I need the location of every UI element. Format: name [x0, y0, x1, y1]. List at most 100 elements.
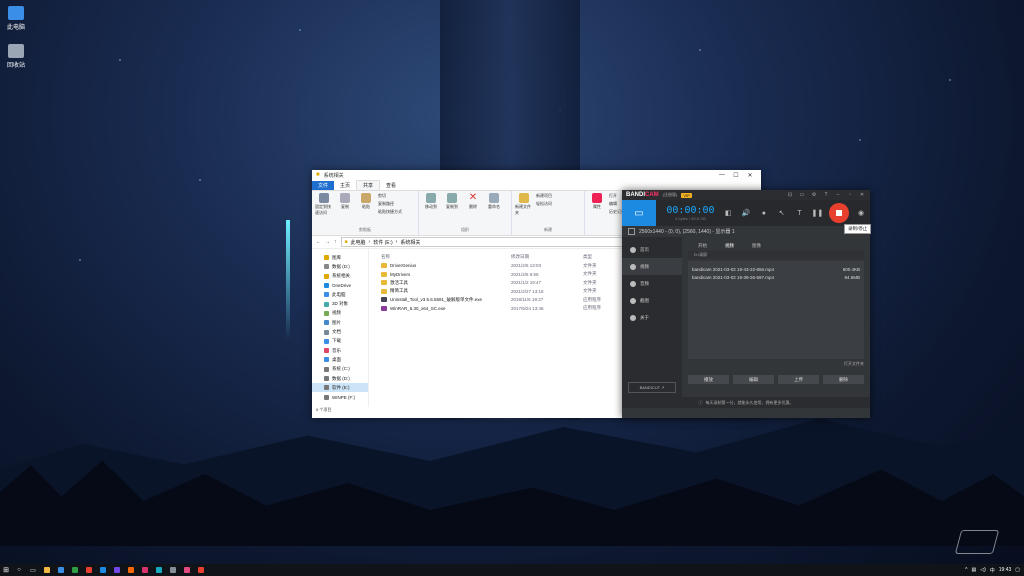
screen-mode-button[interactable]: ▭ [622, 200, 656, 226]
lock-icon[interactable]: ⊡ [786, 192, 794, 198]
properties-button[interactable]: 属性 [588, 193, 606, 215]
breadcrumb-folder[interactable]: 系统相关 [400, 239, 420, 246]
notification-icon[interactable]: ▢ [1015, 567, 1020, 573]
nav-item[interactable]: 数据 (D:) [312, 262, 368, 271]
cut-button[interactable]: 剪切 [378, 193, 402, 199]
sidebar-item[interactable]: 关于 [622, 309, 682, 326]
collapse-button[interactable]: ▫ [846, 192, 854, 198]
taskbar-app-icon[interactable] [68, 565, 82, 575]
taskbar-app-icon[interactable] [180, 565, 194, 575]
column-type[interactable]: 类型 [583, 254, 625, 260]
breadcrumb-this-pc[interactable]: 此电脑 [351, 239, 366, 246]
nav-item[interactable]: 系统相关 [312, 272, 368, 281]
nav-item[interactable]: 数据 (D:) [312, 374, 368, 383]
bandicut-button[interactable]: BANDICUT ↗ [628, 382, 676, 393]
upload-button[interactable]: 上传 [778, 375, 819, 384]
breadcrumb-drive[interactable]: 软件 (E:) [373, 239, 392, 246]
nav-item[interactable]: 图片 [312, 318, 368, 327]
nav-item[interactable]: 3D 对象 [312, 299, 368, 308]
taskbar-app-icon[interactable] [110, 565, 124, 575]
nav-item[interactable]: 桌面 [312, 355, 368, 364]
record-stop-button[interactable] [829, 203, 850, 223]
edit-button[interactable]: 编辑 [733, 375, 774, 384]
nav-item[interactable]: 此电脑 [312, 290, 368, 299]
nav-item[interactable]: 文档 [312, 327, 368, 336]
close-button[interactable]: ✕ [743, 172, 757, 179]
tab-file[interactable]: 文件 [312, 181, 335, 190]
pin-button[interactable]: 固定到快速访问 [315, 193, 333, 216]
nav-item[interactable]: WINPE (F:) [312, 392, 368, 401]
sidebar-item[interactable]: 音频 [622, 275, 682, 292]
taskbar-app-icon[interactable] [82, 565, 96, 575]
search-icon[interactable]: ○ [12, 565, 26, 575]
open-folder-button[interactable]: 打开文件夹 [688, 359, 864, 369]
taskbar-app-icon[interactable] [54, 565, 68, 575]
chevron-up-icon[interactable]: ^ [965, 567, 967, 573]
tab-view[interactable]: 查看 [380, 181, 402, 190]
taskbar-app-icon[interactable] [40, 565, 54, 575]
nav-item[interactable]: 音乐 [312, 346, 368, 355]
sidebar-item[interactable]: 截图 [622, 292, 682, 309]
new-item-button[interactable]: 新建项目 [536, 193, 552, 199]
microphone-icon[interactable]: ● [755, 210, 773, 217]
task-view-icon[interactable]: ▭ [26, 565, 40, 575]
help-icon[interactable]: ? [822, 192, 830, 198]
clock[interactable]: 19:43 [999, 567, 1012, 573]
taskbar-app-icon[interactable] [96, 565, 110, 575]
taskbar-app-icon[interactable] [124, 565, 138, 575]
nav-item[interactable]: OneDrive [312, 281, 368, 290]
camera-icon[interactable]: ◉ [852, 209, 870, 217]
sidebar-item[interactable]: 视频 [622, 258, 682, 275]
desktop-icon-this-pc[interactable]: 此电脑 [4, 6, 28, 31]
sidebar-item[interactable]: 首页 [622, 241, 682, 258]
tab-home[interactable]: 主页 [334, 181, 356, 190]
tab-share[interactable]: 共享 [356, 180, 381, 190]
nav-item[interactable]: 系统 (C:) [312, 365, 368, 374]
text-icon[interactable]: T [791, 210, 809, 217]
gear-icon[interactable]: ⚙ [810, 192, 818, 198]
forward-arrow-icon[interactable]: → [325, 239, 330, 245]
tab-image[interactable]: 图像 [752, 243, 761, 249]
taskbar-app-icon[interactable] [138, 565, 152, 575]
tab-video[interactable]: 视频 [725, 243, 734, 249]
ime-indicator[interactable]: 中 [990, 567, 995, 574]
delete-button[interactable]: 删除 [823, 375, 864, 384]
recording-item[interactable]: bandicam 2021-03-02 19-39-26-597.mp4 84.5… [692, 273, 860, 281]
maximize-button[interactable]: ☐ [729, 172, 743, 179]
column-name[interactable]: 名称 [381, 254, 511, 260]
minimize-button[interactable]: – [834, 192, 842, 198]
network-icon[interactable]: ▤ [971, 567, 976, 573]
nav-item[interactable]: 视频 [312, 309, 368, 318]
desktop-icon-recycle-bin[interactable]: 回收站 [4, 44, 28, 69]
easy-access-button[interactable]: 轻松访问 [536, 201, 552, 207]
speaker-icon[interactable]: 🔊 [737, 209, 755, 217]
copy-button[interactable]: 复制 [336, 193, 354, 216]
tab-start[interactable]: 开始 [698, 243, 707, 249]
webcam-icon[interactable]: ◧ [719, 209, 737, 217]
taskbar-app-icon[interactable] [152, 565, 166, 575]
paste-shortcut-button[interactable]: 粘贴快捷方式 [378, 209, 402, 215]
pause-icon[interactable]: ❚❚ [808, 209, 826, 217]
back-arrow-icon[interactable]: ← [316, 239, 321, 245]
recording-item[interactable]: bandicam 2021-03-02 19-43-22-656.mp4 600.… [692, 265, 860, 273]
resolution-checkbox[interactable] [628, 228, 635, 235]
nav-item[interactable]: 图库 [312, 253, 368, 262]
windows-start-icon[interactable]: ⊞ [0, 566, 12, 574]
rename-button[interactable]: 重命名 [485, 193, 503, 210]
close-button[interactable]: ✕ [858, 192, 866, 198]
up-arrow-icon[interactable]: ↑ [334, 239, 337, 245]
nav-item[interactable]: 下载 [312, 337, 368, 346]
column-date[interactable]: 修改日期 [511, 254, 583, 260]
taskbar-app-icon[interactable] [166, 565, 180, 575]
nav-item[interactable]: 软件 (E:) [312, 383, 368, 393]
delete-button[interactable]: ✕ 删除 [464, 193, 482, 210]
new-folder-button[interactable]: 新建文件夹 [515, 193, 533, 216]
cursor-icon[interactable]: ↖ [773, 209, 791, 217]
paste-button[interactable]: 粘贴 [357, 193, 375, 216]
promo-text[interactable]: 每天录制第一分，就能永久使用，拥有更多优惠。 [706, 400, 794, 406]
minimize-button[interactable]: — [715, 172, 729, 178]
move-to-button[interactable]: 移动到 [422, 193, 440, 210]
folder-icon[interactable]: ▭ [798, 192, 806, 198]
play-button[interactable]: 播放 [688, 375, 729, 384]
copy-path-button[interactable]: 复制路径 [378, 201, 402, 207]
